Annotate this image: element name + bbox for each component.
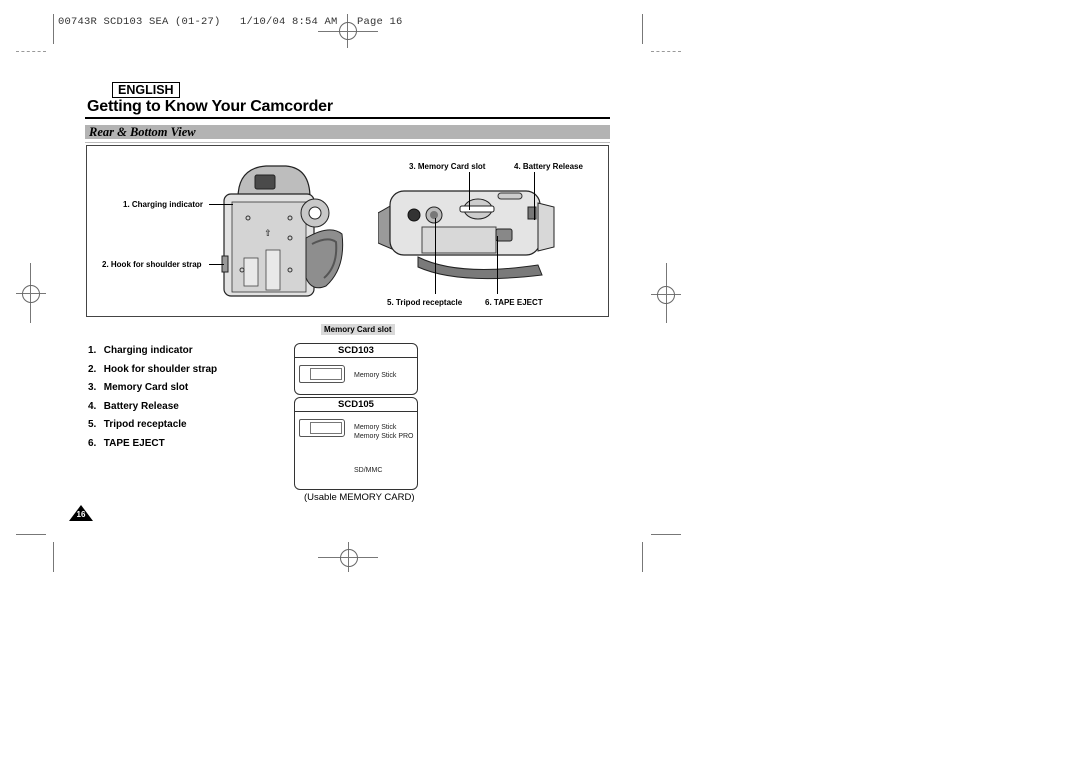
camcorder-rear-view-illustration: ⇧	[221, 165, 344, 297]
list-item: 1. Charging indicator	[88, 345, 193, 356]
leader-line	[209, 264, 224, 265]
model-card-scd105: SCD105 Memory Stick Memory Stick PRO SD/…	[294, 397, 418, 490]
callout-tape-eject: 6. TAPE EJECT	[485, 298, 543, 307]
card-type: Memory Stick	[354, 424, 397, 431]
model-name: SCD103	[295, 344, 417, 358]
usable-memory-card-caption: (Usable MEMORY CARD)	[304, 492, 415, 503]
callout-charging-indicator: 1. Charging indicator	[123, 200, 204, 209]
language-badge: ENGLISH	[112, 82, 180, 98]
callout-battery-release: 4. Battery Release	[514, 162, 583, 171]
list-item: 3. Memory Card slot	[88, 382, 189, 393]
list-item: 4. Battery Release	[88, 400, 179, 412]
camcorder-bottom-view-illustration	[378, 190, 555, 280]
card-type: SD/MMC	[354, 467, 383, 474]
leader-line	[435, 218, 436, 294]
model-name: SCD105	[295, 398, 417, 412]
leader-line	[497, 236, 498, 294]
memory-stick-icon	[299, 419, 345, 437]
callout-memory-card-slot: 3. Memory Card slot	[409, 162, 486, 171]
model-card-scd103: SCD103 Memory Stick	[294, 343, 418, 395]
section-title: Rear & Bottom View	[89, 125, 196, 139]
callout-tripod-receptacle: 5. Tripod receptacle	[387, 298, 463, 307]
title-rule	[85, 117, 610, 119]
leader-line	[534, 172, 535, 220]
memory-card-slot-heading: Memory Card slot	[321, 324, 395, 335]
parts-list: 1. Charging indicator 2. Hook for should…	[88, 345, 217, 456]
section-divider	[85, 142, 610, 143]
memory-stick-icon	[299, 365, 345, 383]
svg-text:⇧: ⇧	[264, 229, 272, 239]
list-item: 6. TAPE EJECT	[88, 437, 165, 449]
callout-hook-shoulder-strap: 2. Hook for shoulder strap	[102, 260, 202, 269]
list-item: 5. Tripod receptacle	[88, 419, 187, 430]
page-number-badge: 16	[69, 505, 93, 521]
page-title: Getting to Know Your Camcorder	[87, 98, 333, 115]
leader-line	[469, 172, 470, 210]
leader-line	[209, 204, 233, 205]
card-type: Memory Stick PRO	[354, 433, 414, 440]
card-type: Memory Stick	[354, 372, 397, 379]
list-item: 2. Hook for shoulder strap	[88, 363, 218, 375]
page-number: 16	[76, 510, 86, 519]
